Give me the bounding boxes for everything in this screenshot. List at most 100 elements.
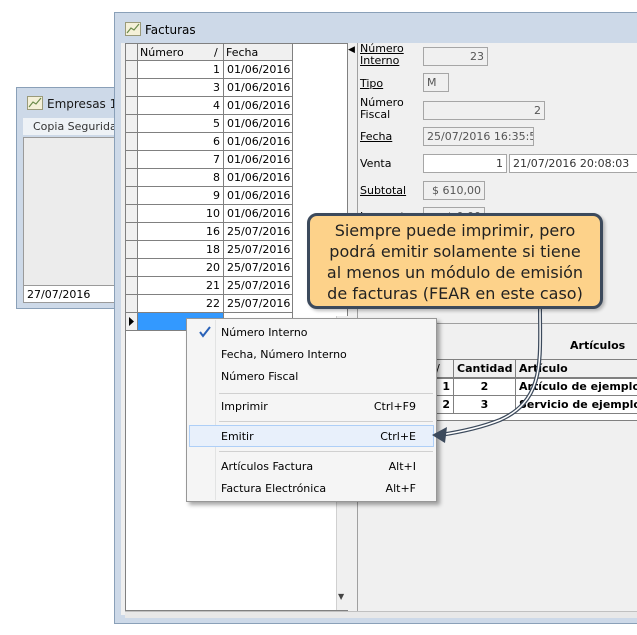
articulos-header-articulo[interactable]: Artículo — [516, 360, 637, 378]
grid-cell-fecha[interactable]: 01/06/2016 — [224, 61, 293, 79]
venta-fecha-field[interactable]: 21/07/2016 20:08:03 — [509, 154, 637, 173]
table-row[interactable]: 16 25/07/2016 — [126, 223, 293, 241]
grid-header-fecha-label: Fecha — [226, 46, 259, 59]
menu-item-label: Emitir — [221, 430, 254, 443]
menu-item-fecha-numero-interno[interactable]: Fecha, Número Interno — [189, 343, 434, 365]
empresas-window[interactable]: Empresas 1.0 Copia Seguridad 27/07/2016 — [16, 87, 129, 309]
articulo-nombre: Artículo de ejemplo — [516, 378, 637, 396]
table-row[interactable]: 9 01/06/2016 — [126, 187, 293, 205]
grid-cell-fecha[interactable]: 25/07/2016 — [224, 241, 293, 259]
empresas-date-field[interactable]: 27/07/2016 — [23, 285, 123, 303]
grid-cell-numero[interactable]: 6 — [138, 133, 224, 151]
status-bar — [125, 611, 637, 618]
row-indicator — [126, 97, 138, 115]
grid-header-numero-label: Número — [140, 46, 184, 59]
grid-cell-numero[interactable]: 1 — [138, 61, 224, 79]
grid-cell-numero[interactable]: 5 — [138, 115, 224, 133]
empresas-body — [23, 137, 123, 287]
articulo-cantidad: 2 — [454, 378, 516, 396]
grid-cell-numero[interactable]: 10 — [138, 205, 224, 223]
grid-cell-fecha[interactable]: 01/06/2016 — [224, 133, 293, 151]
numero-interno-label: Número Interno — [360, 42, 404, 67]
grid-cell-fecha[interactable]: 01/06/2016 — [224, 151, 293, 169]
grid-cell-fecha[interactable]: 25/07/2016 — [224, 259, 293, 277]
row-indicator — [126, 61, 138, 79]
menu-separator — [219, 421, 433, 422]
table-row[interactable]: 1 2 Artículo de ejemplo — [423, 378, 637, 396]
menu-item-label: Número Fiscal — [221, 370, 299, 383]
menu-item-numero-fiscal[interactable]: Número Fiscal — [189, 365, 434, 387]
grid-cell-fecha[interactable]: 01/06/2016 — [224, 97, 293, 115]
menu-separator — [219, 393, 433, 394]
row-indicator — [126, 79, 138, 97]
callout-line: al menos un módulo de emisión — [326, 263, 584, 282]
grid-cell-numero[interactable]: 20 — [138, 259, 224, 277]
articulo-cantidad: 3 — [454, 396, 516, 414]
grid-cell-fecha[interactable]: 25/07/2016 — [224, 277, 293, 295]
numero-fiscal-field[interactable]: 2 — [423, 101, 545, 120]
grid-cell-fecha[interactable]: 01/06/2016 — [224, 115, 293, 133]
table-row[interactable]: 21 25/07/2016 — [126, 277, 293, 295]
menu-item-shortcut: Ctrl+E — [380, 430, 416, 443]
table-row[interactable]: 2 3 Servicio de ejemplo — [423, 396, 637, 414]
grid-cell-fecha[interactable]: 01/06/2016 — [224, 187, 293, 205]
table-row[interactable]: 7 01/06/2016 — [126, 151, 293, 169]
splitter-arrow-icon[interactable]: ◀ — [348, 45, 355, 55]
app-icon — [27, 96, 43, 110]
row-indicator — [126, 187, 138, 205]
scroll-down-arrow-icon[interactable]: ▼ — [338, 592, 344, 601]
grid-cell-fecha[interactable]: 25/07/2016 — [224, 223, 293, 241]
numero-interno-field[interactable]: 23 — [423, 47, 488, 66]
venta-field[interactable]: 1 — [423, 154, 507, 173]
grid-cell-numero[interactable]: 7 — [138, 151, 224, 169]
grid-cell-numero[interactable]: 18 — [138, 241, 224, 259]
grid-header-numero[interactable]: Número / — [138, 44, 224, 61]
menu-item-factura-electronica[interactable]: Factura Electrónica Alt+F — [189, 477, 434, 499]
grid-cell-fecha[interactable]: 01/06/2016 — [224, 79, 293, 97]
articulos-header-cantidad[interactable]: Cantidad — [454, 360, 516, 378]
fecha-field[interactable]: 25/07/2016 16:35:59 — [423, 127, 534, 146]
table-row[interactable]: 22 25/07/2016 — [126, 295, 293, 313]
row-pointer-icon — [129, 317, 134, 326]
grid-cell-numero[interactable]: 9 — [138, 187, 224, 205]
table-row[interactable]: 20 25/07/2016 — [126, 259, 293, 277]
check-icon — [199, 326, 211, 338]
grid-cell-fecha[interactable]: 25/07/2016 — [224, 295, 293, 313]
menu-item-emitir[interactable]: Emitir Ctrl+E — [189, 425, 434, 447]
grid-cell-numero[interactable]: 22 — [138, 295, 224, 313]
sort-indicator: / — [214, 46, 218, 59]
table-row[interactable]: 8 01/06/2016 — [126, 169, 293, 187]
grid-cell-fecha[interactable]: 01/06/2016 — [224, 205, 293, 223]
table-row[interactable]: 5 01/06/2016 — [126, 115, 293, 133]
grid-cell-numero[interactable]: 8 — [138, 169, 224, 187]
grid-header-fecha[interactable]: Fecha — [224, 44, 293, 61]
menu-item-articulos-factura[interactable]: Artículos Factura Alt+I — [189, 455, 434, 477]
venta-label: Venta — [360, 157, 392, 170]
grid-cell-numero[interactable]: 21 — [138, 277, 224, 295]
context-menu: Número Interno Fecha, Número Interno Núm… — [186, 318, 437, 502]
table-row[interactable]: 6 01/06/2016 — [126, 133, 293, 151]
table-row[interactable]: 18 25/07/2016 — [126, 241, 293, 259]
grid-cell-fecha[interactable]: 01/06/2016 — [224, 169, 293, 187]
menu-item-numero-interno[interactable]: Número Interno — [189, 321, 434, 343]
grid-cell-numero[interactable]: 16 — [138, 223, 224, 241]
tipo-label: Tipo — [360, 77, 384, 90]
table-row[interactable]: 1 01/06/2016 — [126, 61, 293, 79]
empresas-menu-bar: Copia Seguridad — [23, 118, 124, 135]
subtotal-field[interactable]: $ 610,00 — [423, 181, 485, 200]
facturas-window-title: Facturas — [145, 23, 196, 37]
grid-cell-numero[interactable]: 3 — [138, 79, 224, 97]
menu-copia-seguridad[interactable]: Copia Seguridad — [33, 120, 124, 133]
menu-item-shortcut: Alt+I — [388, 460, 416, 473]
table-row[interactable]: 10 01/06/2016 — [126, 205, 293, 223]
row-indicator — [126, 313, 138, 331]
articulos-title: Artículos — [570, 339, 626, 352]
tipo-field[interactable]: M — [423, 73, 449, 92]
table-row[interactable]: 4 01/06/2016 — [126, 97, 293, 115]
table-row[interactable]: 3 01/06/2016 — [126, 79, 293, 97]
fecha-label: Fecha — [360, 130, 393, 143]
articulos-grid[interactable]: / Cantidad Artículo 1 2 Artículo de ejem… — [422, 359, 637, 421]
row-indicator — [126, 133, 138, 151]
menu-item-imprimir[interactable]: Imprimir Ctrl+F9 — [189, 395, 434, 417]
grid-cell-numero[interactable]: 4 — [138, 97, 224, 115]
